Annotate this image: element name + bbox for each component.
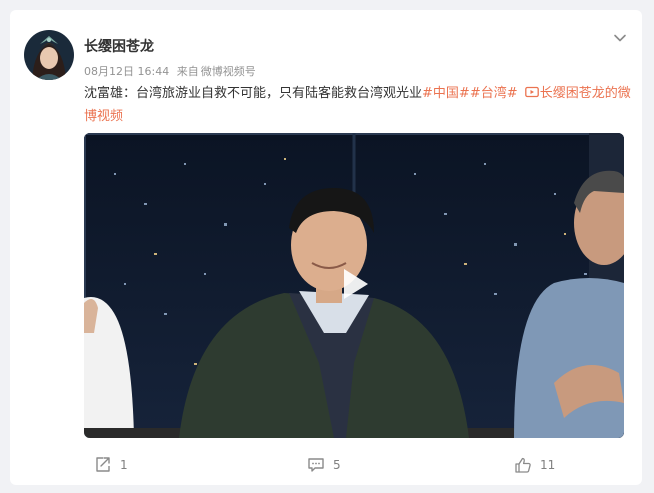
repost-button[interactable]: 1 — [94, 450, 128, 480]
like-button[interactable]: 11 — [514, 450, 555, 480]
like-count: 11 — [540, 458, 556, 472]
share-icon — [96, 457, 110, 472]
post-card: 长缨困苍龙 08月12日 16:44 来自 微博视频号 沈富雄：台湾旅游业自救不可… — [10, 10, 642, 485]
comment-button[interactable]: 5 — [307, 450, 341, 480]
avatar[interactable] — [24, 30, 74, 80]
post-body: 沈富雄：台湾旅游业自救不可能，只有陆客能救台湾观光业 — [84, 86, 423, 101]
author-name[interactable]: 长缨困苍龙 — [84, 36, 154, 56]
comment-icon — [308, 458, 324, 472]
chevron-down-icon[interactable] — [612, 30, 628, 46]
comment-count: 5 — [333, 458, 341, 472]
repost-count: 1 — [120, 458, 128, 472]
action-bar: 1 5 11 — [10, 450, 642, 480]
video-player[interactable] — [84, 133, 624, 438]
post-text: 沈富雄：台湾旅游业自救不可能，只有陆客能救台湾观光业#中国##台湾# 长缨困苍龙… — [84, 82, 632, 128]
hashtag-taiwan[interactable]: #台湾# — [470, 86, 518, 101]
hashtag-china[interactable]: #中国# — [422, 86, 470, 101]
post-meta: 08月12日 16:44 来自 微博视频号 — [84, 63, 260, 79]
post-date[interactable]: 08月12日 16:44 — [84, 65, 169, 78]
source-prefix: 来自 — [176, 65, 199, 78]
play-icon[interactable] — [335, 265, 373, 303]
post-source[interactable]: 微博视频号 — [201, 65, 256, 78]
thumbs-up-icon — [515, 457, 531, 473]
video-link-icon — [524, 86, 539, 98]
